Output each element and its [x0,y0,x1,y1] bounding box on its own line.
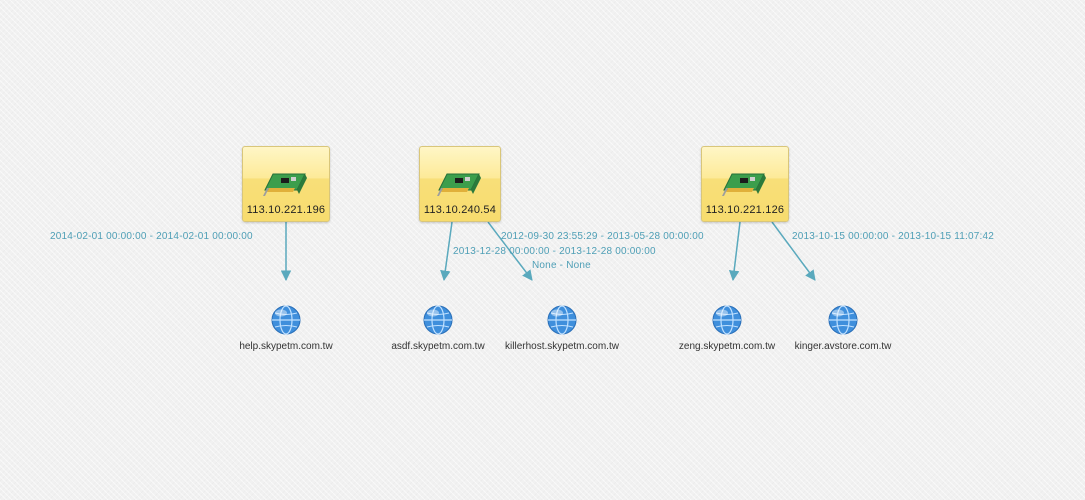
globe-icon [271,305,301,335]
domain-node[interactable]: help.skypetm.com.tw [206,304,366,352]
ip-node[interactable]: 113.10.240.54 [419,146,501,222]
domain-node-label: help.skypetm.com.tw [239,341,333,352]
edge-label: 2013-12-28 00:00:00 - 2013-12-28 00:00:0… [453,246,656,257]
ip-node-label: 113.10.221.126 [705,204,785,216]
ip-node-label: 113.10.221.196 [246,204,326,216]
edge-label: 2012-09-30 23:55:29 - 2013-05-28 00:00:0… [501,231,704,242]
network-card-icon [437,173,481,196]
edge-line-ip3-d4[interactable] [728,221,741,282]
network-card-icon [263,173,307,196]
globe-icon [712,305,742,335]
edge-line-ip2-d2[interactable] [440,221,453,282]
domain-node-label: kinger.avstore.com.tw [794,341,892,352]
network-graph-canvas: 113.10.221.196 113.10.240.54 113.10.221.… [0,0,1085,500]
edge-label: 2014-02-01 00:00:00 - 2014-02-01 00:00:0… [50,231,253,242]
domain-node[interactable]: killerhost.skypetm.com.tw [482,304,642,352]
domain-node[interactable]: kinger.avstore.com.tw [763,304,923,352]
ip-node[interactable]: 113.10.221.126 [701,146,789,222]
globe-icon [828,305,858,335]
edge-label: None - None [532,260,591,271]
ip-node[interactable]: 113.10.221.196 [242,146,330,222]
ip-node-label: 113.10.240.54 [423,204,497,216]
globe-icon [547,305,577,335]
globe-icon [423,305,453,335]
network-card-icon [722,173,766,196]
edge-label: 2013-10-15 00:00:00 - 2013-10-15 11:07:4… [792,231,995,242]
domain-node-label: killerhost.skypetm.com.tw [505,341,619,352]
